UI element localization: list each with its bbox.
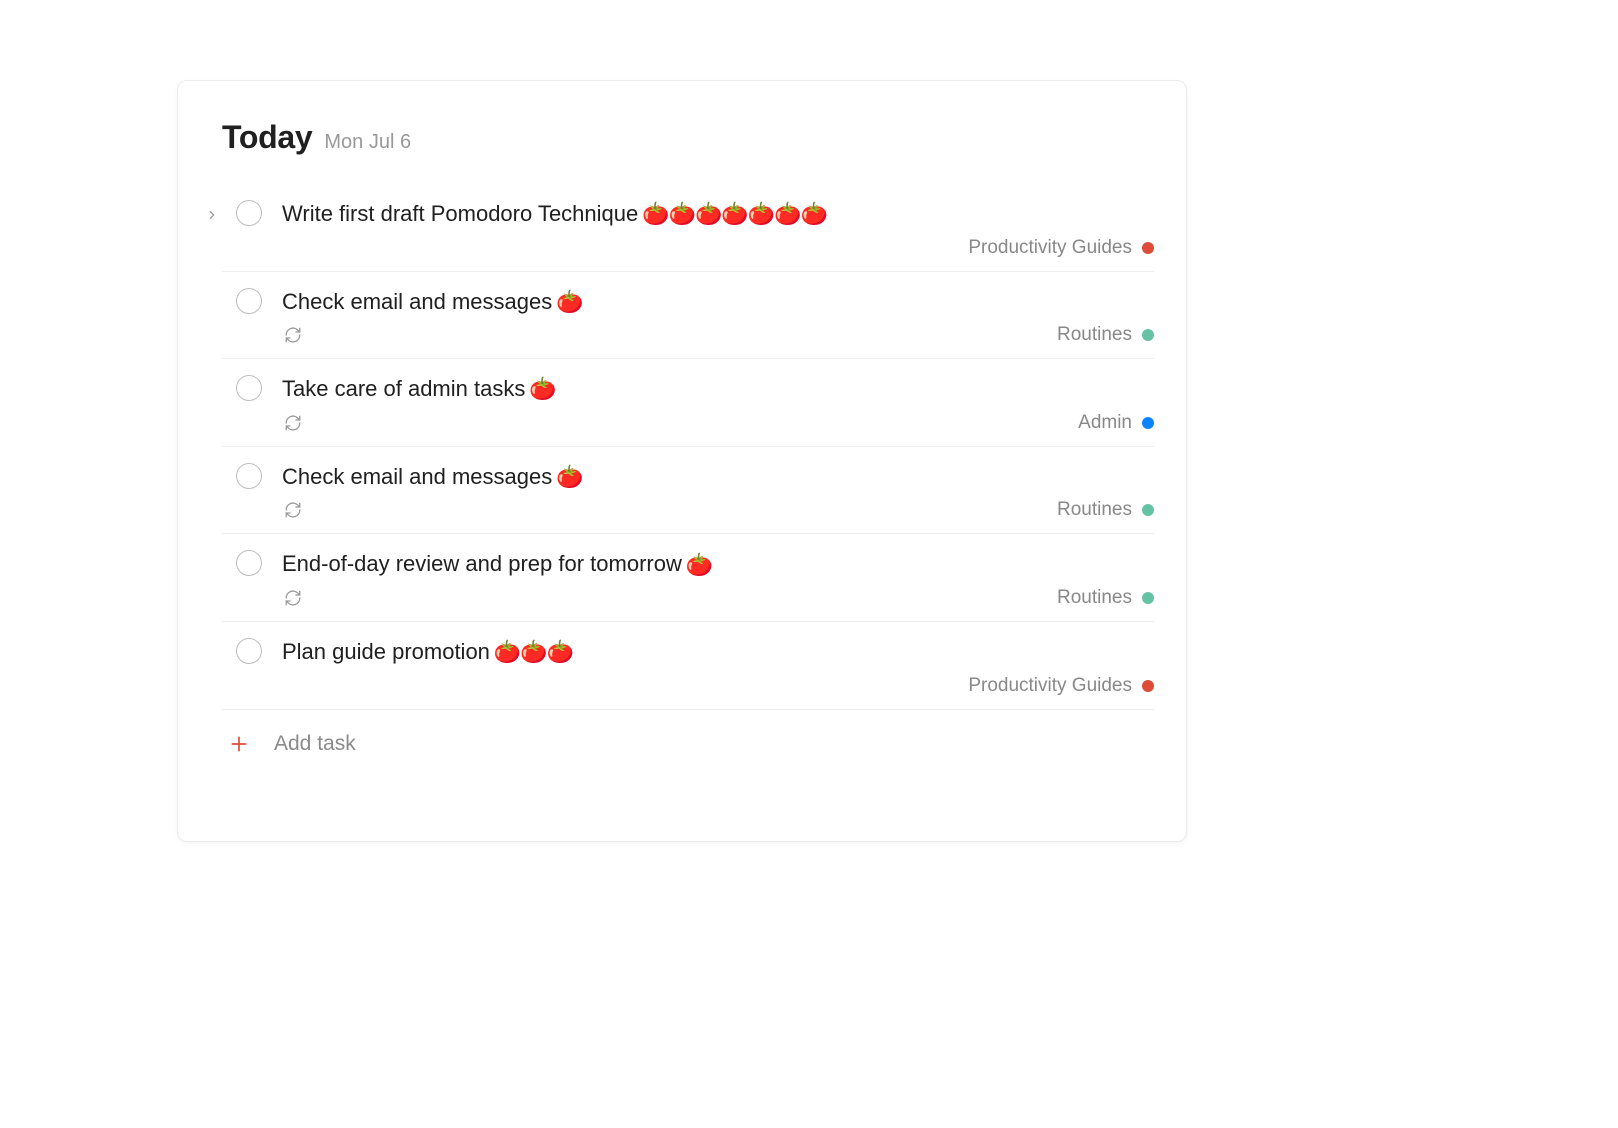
pomodoro-count: 🍅 (529, 378, 555, 400)
pomodoro-count: 🍅🍅🍅🍅🍅🍅🍅 (642, 203, 827, 225)
add-task-button[interactable]: Add task (222, 732, 1186, 756)
task-line: Take care of admin tasks 🍅 (282, 375, 1154, 404)
recurring-icon (284, 326, 302, 344)
project-label: Productivity Guides (968, 237, 1132, 259)
task-row[interactable]: Write first draft Pomodoro Technique 🍅🍅🍅… (222, 184, 1154, 272)
project-label: Routines (1057, 587, 1132, 609)
project-color-dot (1142, 329, 1154, 341)
project-color-dot (1142, 417, 1154, 429)
task-line: End-of-day review and prep for tomorrow … (282, 550, 1154, 579)
task-sub-row: Routines (282, 587, 1154, 609)
task-title: Check email and messages (282, 463, 552, 492)
header: Today Mon Jul 6 (178, 119, 1186, 156)
task-sub-row: Routines (282, 324, 1154, 346)
project-tag[interactable]: Productivity Guides (968, 675, 1154, 697)
task-list: Write first draft Pomodoro Technique 🍅🍅🍅… (178, 184, 1186, 710)
task-title: Write first draft Pomodoro Technique (282, 200, 638, 229)
task-checkbox[interactable] (236, 550, 262, 576)
pomodoro-count: 🍅 (556, 466, 582, 488)
page-title: Today (222, 119, 312, 156)
recurring-icon (284, 589, 302, 607)
task-sub-row: Admin (282, 412, 1154, 434)
today-card: Today Mon Jul 6 Write first draft Pomodo… (177, 80, 1187, 842)
project-label: Routines (1057, 499, 1132, 521)
task-line: Check email and messages 🍅 (282, 463, 1154, 492)
task-title: Plan guide promotion (282, 638, 490, 667)
pomodoro-count: 🍅 (556, 291, 582, 313)
page-date: Mon Jul 6 (324, 131, 411, 154)
task-line: Plan guide promotion 🍅🍅🍅 (282, 638, 1154, 667)
pomodoro-count: 🍅🍅🍅 (494, 641, 573, 663)
task-checkbox[interactable] (236, 638, 262, 664)
project-color-dot (1142, 680, 1154, 692)
task-sub-row: Productivity Guides (282, 675, 1154, 697)
task-checkbox[interactable] (236, 200, 262, 226)
plus-icon (228, 733, 250, 755)
project-label: Routines (1057, 324, 1132, 346)
task-line: Write first draft Pomodoro Technique 🍅🍅🍅… (282, 200, 1154, 229)
project-color-dot (1142, 592, 1154, 604)
recurring-icon (284, 414, 302, 432)
project-label: Productivity Guides (968, 675, 1132, 697)
project-tag[interactable]: Productivity Guides (968, 237, 1154, 259)
task-row[interactable]: Check email and messages 🍅 Routines (222, 272, 1154, 360)
task-line: Check email and messages 🍅 (282, 288, 1154, 317)
project-color-dot (1142, 242, 1154, 254)
task-row[interactable]: Plan guide promotion 🍅🍅🍅 Productivity Gui… (222, 622, 1154, 710)
task-row[interactable]: Check email and messages 🍅 Routines (222, 447, 1154, 535)
task-row[interactable]: End-of-day review and prep for tomorrow … (222, 534, 1154, 622)
project-tag[interactable]: Routines (1057, 499, 1154, 521)
task-checkbox[interactable] (236, 463, 262, 489)
task-title: End-of-day review and prep for tomorrow (282, 550, 682, 579)
task-checkbox[interactable] (236, 288, 262, 314)
task-sub-row: Productivity Guides (282, 237, 1154, 259)
add-task-label: Add task (274, 732, 356, 756)
chevron-right-icon[interactable] (204, 207, 220, 223)
task-title: Check email and messages (282, 288, 552, 317)
project-label: Admin (1078, 412, 1132, 434)
project-tag[interactable]: Routines (1057, 587, 1154, 609)
project-color-dot (1142, 504, 1154, 516)
project-tag[interactable]: Routines (1057, 324, 1154, 346)
project-tag[interactable]: Admin (1078, 412, 1154, 434)
pomodoro-count: 🍅 (686, 554, 712, 576)
task-sub-row: Routines (282, 499, 1154, 521)
task-title: Take care of admin tasks (282, 375, 525, 404)
recurring-icon (284, 501, 302, 519)
task-checkbox[interactable] (236, 375, 262, 401)
task-row[interactable]: Take care of admin tasks 🍅 Admin (222, 359, 1154, 447)
